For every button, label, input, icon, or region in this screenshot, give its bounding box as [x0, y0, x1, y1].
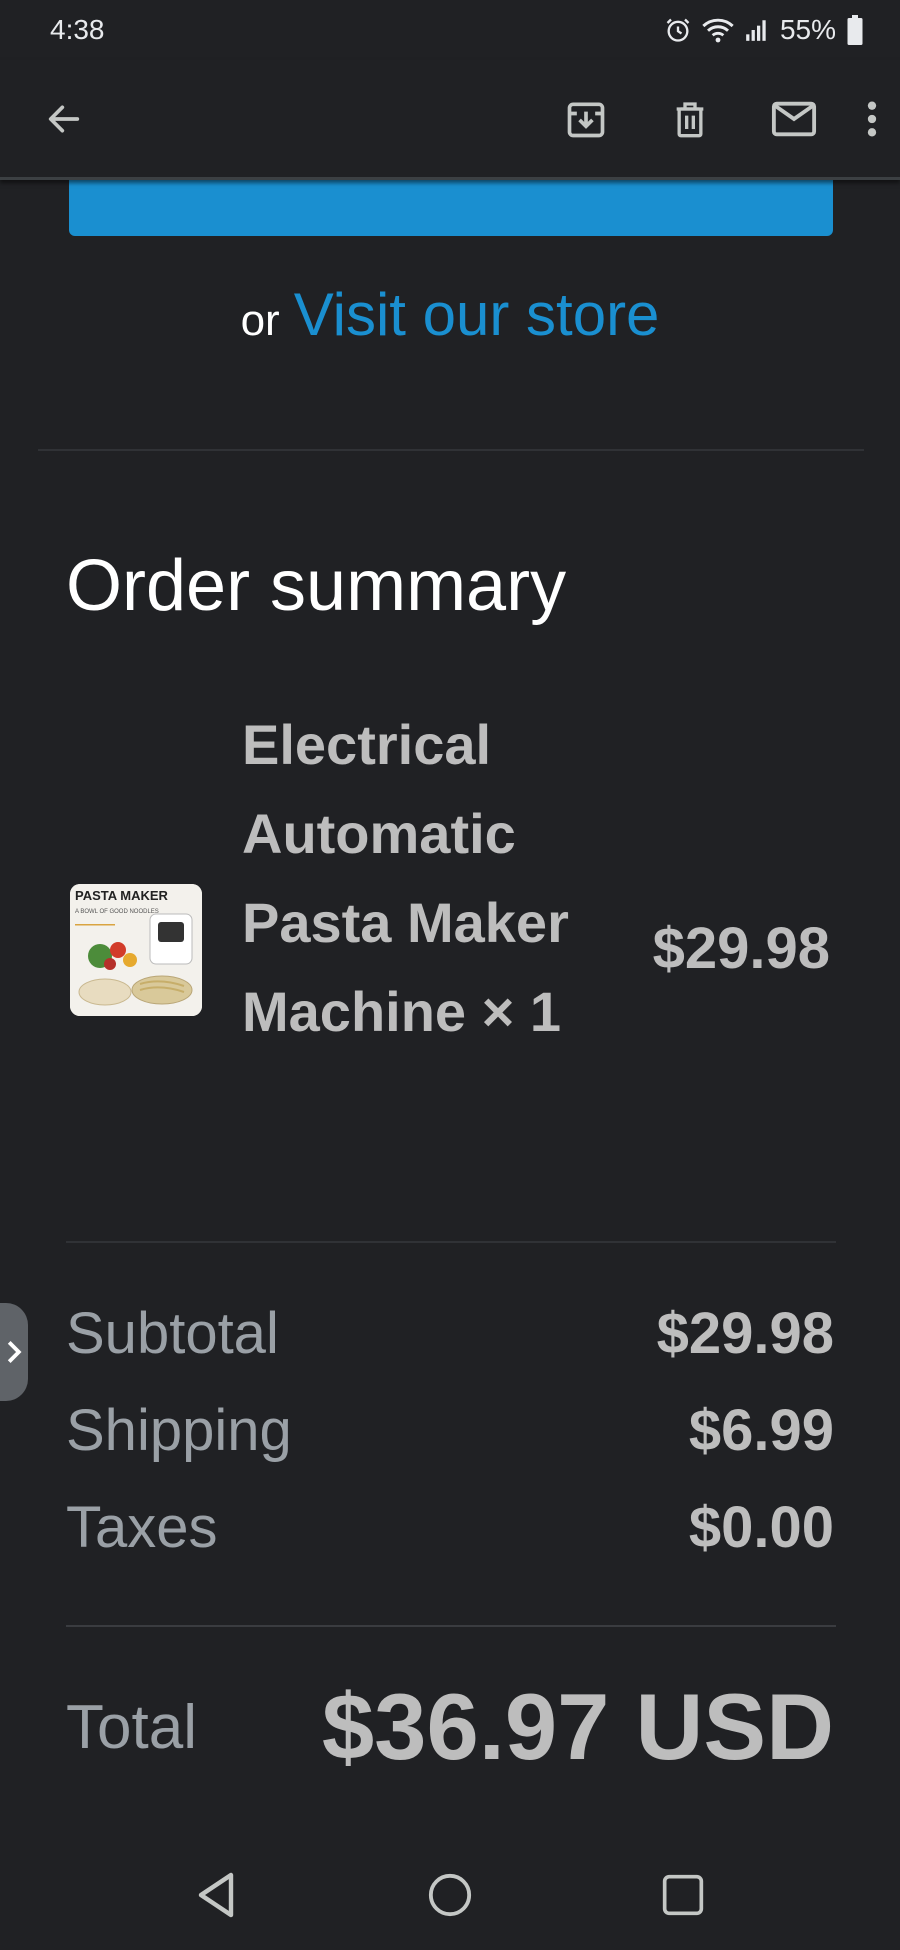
mail-icon[interactable]: [766, 91, 822, 147]
taxes-value: $0.00: [688, 1495, 834, 1560]
app-bar: [0, 60, 900, 180]
home-circle-icon[interactable]: [415, 1860, 485, 1930]
shipping-label: Shipping: [66, 1398, 292, 1463]
product-image: PASTA MAKER A BOWL OF GOOD NOODLES: [70, 884, 202, 1016]
status-bar: 4:38 55%: [0, 0, 900, 60]
archive-icon[interactable]: [558, 91, 614, 147]
back-arrow-icon[interactable]: [36, 91, 92, 147]
subtotal-label: Subtotal: [66, 1301, 279, 1366]
system-nav-bar: [0, 1840, 900, 1950]
store-prefix: or: [240, 296, 280, 345]
product-price: $29.98: [652, 916, 830, 981]
visit-store-link[interactable]: Visit our store: [294, 281, 660, 348]
product-image-title: PASTA MAKER: [75, 888, 169, 903]
trash-icon[interactable]: [662, 91, 718, 147]
total-label: Total: [66, 1692, 197, 1762]
total-value: $36.97 USD: [321, 1674, 834, 1779]
shipping-value: $6.99: [688, 1398, 834, 1463]
back-triangle-icon[interactable]: [182, 1860, 252, 1930]
total-row: Total $36.97 USD: [66, 1673, 834, 1781]
product-name: Electrical Automatic Pasta Maker Machine…: [242, 713, 569, 1043]
divider: [38, 449, 864, 451]
wifi-icon: [702, 16, 734, 44]
status-icons: 55%: [664, 14, 864, 46]
email-screen: 4:38 55% or Visit our store Order summar…: [0, 0, 900, 1950]
divider: [66, 1241, 836, 1243]
alarm-icon: [664, 16, 692, 44]
subtotal-value: $29.98: [656, 1301, 834, 1366]
taxes-label: Taxes: [66, 1495, 218, 1560]
battery-icon: [846, 15, 864, 45]
divider: [66, 1625, 836, 1627]
order-summary-title: Order summary: [66, 546, 567, 626]
taxes-row: Taxes $0.00: [66, 1494, 834, 1561]
side-panel-handle[interactable]: [0, 1303, 28, 1401]
signal-icon: [744, 17, 770, 43]
recents-square-icon[interactable]: [648, 1860, 718, 1930]
chevron-right-icon: [7, 1341, 22, 1363]
status-time: 4:38: [50, 14, 105, 45]
product-image-subtitle: A BOWL OF GOOD NOODLES: [75, 909, 159, 915]
battery-percent: 55%: [779, 14, 836, 45]
subtotal-row: Subtotal $29.98: [66, 1300, 834, 1367]
shipping-row: Shipping $6.99: [66, 1397, 834, 1464]
store-line: or Visit our store: [0, 280, 900, 349]
more-vert-icon[interactable]: [852, 91, 892, 147]
